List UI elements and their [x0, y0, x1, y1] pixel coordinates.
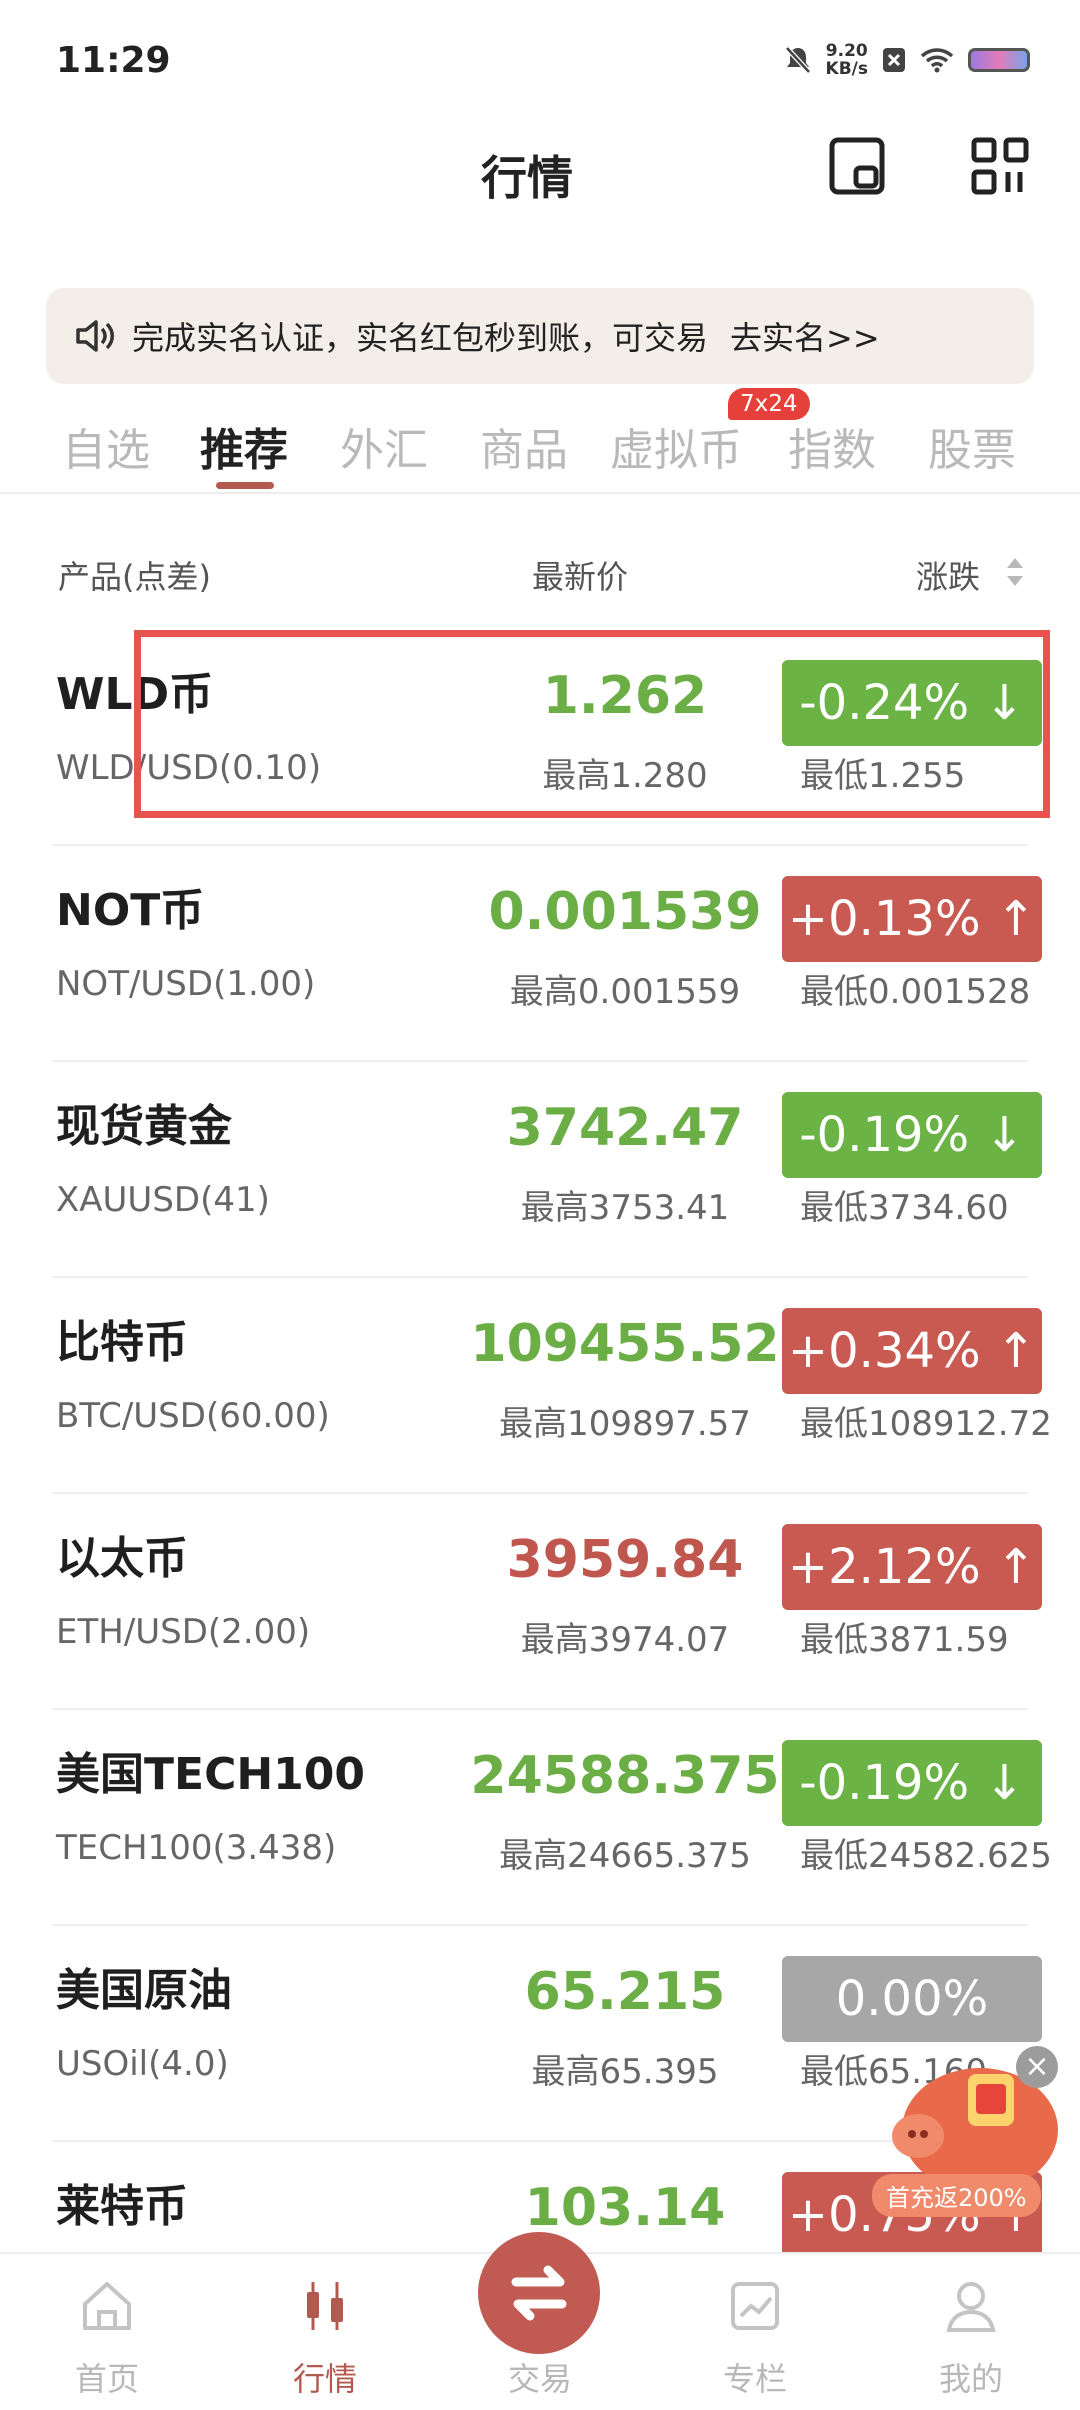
status-time: 11:29: [56, 40, 171, 81]
nav-market[interactable]: 行情: [250, 2254, 400, 2410]
verify-link[interactable]: 去实名>>: [730, 313, 880, 359]
crypto-tab-badge: 7x24: [728, 388, 810, 420]
home-icon: [83, 2282, 131, 2330]
day-low: 最低24582.625: [800, 1836, 1052, 1876]
speaker-icon: [76, 320, 114, 352]
column-price: 最新价: [532, 558, 629, 596]
nav-column-label: 专栏: [722, 2360, 787, 2398]
day-high: 最高3753.41: [520, 1188, 730, 1228]
active-tab-indicator: [216, 482, 274, 489]
product-code: XAUUSD(41): [56, 1180, 270, 1220]
change-badge[interactable]: -0.19% ↓: [782, 1740, 1042, 1826]
product-code: USOil(4.0): [56, 2044, 229, 2084]
day-high: 最高0.001559: [509, 972, 741, 1012]
day-low: 最低0.001528: [800, 972, 1031, 1012]
wifi-icon: [920, 48, 954, 73]
tab-forex[interactable]: 外汇: [340, 414, 428, 478]
product-code: NOT/USD(1.00): [56, 964, 316, 1004]
nav-trade-label: 交易: [507, 2360, 572, 2398]
product-code: ETH/USD(2.00): [56, 1612, 311, 1652]
latest-price: 65.215: [524, 1962, 726, 2022]
notice-banner[interactable]: 完成实名认证，实名红包秒到账，可交易 去实名>>: [46, 288, 1034, 384]
tab-commodities[interactable]: 商品: [480, 414, 568, 478]
tab-stocks[interactable]: 股票: [928, 414, 1016, 478]
nav-column[interactable]: 专栏: [680, 2254, 830, 2410]
latest-price: 103.14: [524, 2178, 726, 2238]
product-name: 美国原油: [56, 1965, 232, 2016]
day-low: 最低3871.59: [800, 1620, 1009, 1660]
latest-price: 0.001539: [488, 882, 762, 942]
day-low: 最低108912.72: [800, 1404, 1052, 1444]
promo-label[interactable]: 首充返200%: [872, 2174, 1041, 2217]
change-badge[interactable]: -0.19% ↓: [782, 1092, 1042, 1178]
product-name: NOT币: [56, 885, 205, 936]
quote-row-eth[interactable]: 以太币 ETH/USD(2.00) 3959.84 最高3974.07 +2.12% ↑…: [0, 1494, 1080, 1710]
page-title: 行情: [481, 151, 573, 205]
change-badge[interactable]: +0.13% ↑: [782, 876, 1042, 962]
mute-bell-icon: [784, 46, 811, 74]
nav-home-label: 首页: [74, 2360, 139, 2398]
promo-close-button[interactable]: ×: [1016, 2046, 1058, 2088]
latest-price: 24588.375: [470, 1746, 780, 1806]
chart-column-icon: [731, 2282, 779, 2330]
column-product: 产品(点差): [58, 558, 211, 596]
grid-menu-icon[interactable]: [968, 134, 1032, 198]
header: 行情: [0, 120, 1080, 260]
product-name: 比特币: [56, 1317, 188, 1368]
status-bar: 11:29 9.20 KB/s: [0, 0, 1080, 120]
quote-row-tech100[interactable]: 美国TECH100 TECH100(3.438) 24588.375 最高24665.…: [0, 1710, 1080, 1926]
product-code: BTC/USD(60.00): [56, 1396, 330, 1436]
nav-market-label: 行情: [292, 2360, 357, 2398]
quote-row-btc[interactable]: 比特币 BTC/USD(60.00) 109455.52 最高109897.57 +0.…: [0, 1278, 1080, 1494]
candlestick-icon: [307, 2282, 343, 2330]
tab-recommended[interactable]: 推荐: [200, 414, 288, 478]
change-badge[interactable]: 0.00%: [782, 1956, 1042, 2042]
notice-text: 完成实名认证，实名红包秒到账，可交易: [132, 319, 709, 357]
day-high: 最高24665.375: [499, 1836, 751, 1876]
speed-value: 9.20: [825, 41, 868, 61]
day-low: 最低3734.60: [800, 1188, 1009, 1228]
window-switch-icon[interactable]: [826, 134, 890, 198]
column-change[interactable]: 涨跌: [916, 552, 980, 598]
network-speed: 9.20 KB/s: [826, 42, 868, 78]
market-tabs: 自选 推荐 外汇 商品 虚拟币 指数 股票: [0, 400, 1080, 494]
change-badge[interactable]: +2.12% ↑: [782, 1524, 1042, 1610]
highlight-box: [134, 630, 1050, 818]
trade-button[interactable]: [478, 2232, 600, 2354]
latest-price: 109455.52: [470, 1314, 780, 1374]
tab-indices[interactable]: 指数: [788, 414, 876, 478]
tab-watchlist[interactable]: 自选: [62, 414, 150, 478]
nav-profile-label: 我的: [938, 2360, 1003, 2398]
product-name: 莱特币: [56, 2181, 188, 2232]
product-name: 现货黄金: [56, 1101, 232, 1152]
nav-home[interactable]: 首页: [32, 2254, 182, 2410]
status-icons: 9.20 KB/s: [784, 42, 1030, 78]
sort-icon[interactable]: [1004, 554, 1026, 590]
sim-x-icon: [883, 48, 905, 72]
change-badge[interactable]: +0.34% ↑: [782, 1308, 1042, 1394]
profile-icon: [946, 2282, 996, 2332]
day-high: 最高3974.07: [520, 1620, 730, 1660]
latest-price: 3742.47: [506, 1098, 744, 1158]
day-high: 最高109897.57: [499, 1404, 751, 1444]
product-name: 美国TECH100: [56, 1749, 366, 1800]
quote-row-xau[interactable]: 现货黄金 XAUUSD(41) 3742.47 最高3753.41 -0.19% ↓ 最低…: [0, 1062, 1080, 1278]
swap-icon: [511, 2265, 567, 2321]
speed-unit: KB/s: [825, 59, 868, 79]
nav-profile[interactable]: 我的: [896, 2254, 1046, 2410]
latest-price: 3959.84: [506, 1530, 744, 1590]
tab-crypto[interactable]: 虚拟币: [610, 414, 742, 478]
day-high: 最高65.395: [531, 2052, 719, 2092]
battery-icon: [968, 48, 1030, 72]
quote-row-not[interactable]: NOT币 NOT/USD(1.00) 0.001539 最高0.001559 +0.13…: [0, 846, 1080, 1062]
product-code: TECH100(3.438): [56, 1828, 337, 1868]
product-name: 以太币: [56, 1533, 188, 1584]
